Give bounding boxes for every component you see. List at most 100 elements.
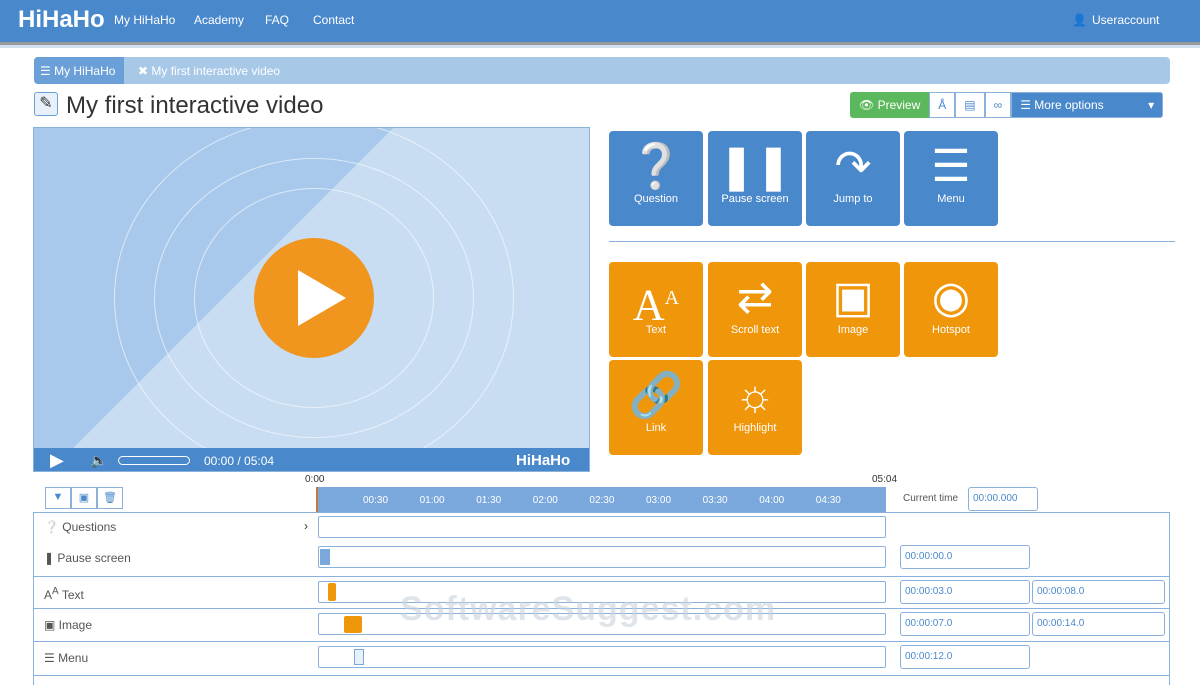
timeline-row-pause-screen: ❚ Pause screen 00:00:00.0 xyxy=(33,542,1170,576)
translate-button[interactable]: Å xyxy=(929,92,956,118)
menu-icon: ☰ xyxy=(931,142,971,191)
text-marker[interactable] xyxy=(328,583,336,601)
text-icon: AA xyxy=(632,280,680,330)
row-label: ❚ Pause screen xyxy=(44,551,131,565)
ruler-tick: 04:30 xyxy=(815,495,841,506)
tile-pause-screen[interactable]: ❚❚ Pause screen xyxy=(708,131,802,226)
play-overlay-button[interactable] xyxy=(254,238,374,358)
timeline-row-questions: ❔ Questions › xyxy=(33,512,1170,542)
tile-text[interactable]: AA Text xyxy=(609,262,703,357)
caret-down-icon: ▾ xyxy=(1148,98,1155,112)
row-label-text: Menu xyxy=(58,651,89,665)
volume-icon[interactable]: 🔈 xyxy=(90,452,107,469)
tile-label: Image xyxy=(837,324,869,336)
row-label: ▣ Image xyxy=(44,618,93,632)
track[interactable] xyxy=(318,646,886,668)
tile-link[interactable]: 🔗 Link xyxy=(609,360,703,455)
ruler-tick: 03:30 xyxy=(702,495,728,506)
scroll-arrows-icon: ⇄ xyxy=(736,273,774,322)
top-navbar: HiHaHo My HiHaHo Academy FAQ Contact 👤 U… xyxy=(0,0,1200,40)
timeline-ruler[interactable]: 00:30 01:00 01:30 02:00 02:30 03:00 03:30 04:00… xyxy=(316,487,886,512)
row-label-text: Questions xyxy=(62,520,117,534)
current-time-label: Current time xyxy=(903,493,959,504)
player-controls: ▶ 🔈 00:00 / 05:04 HiHaHo xyxy=(34,448,589,471)
filter-button[interactable]: ▼ xyxy=(45,487,71,509)
sun-icon: ☼ xyxy=(734,371,776,420)
timeline-start: 0:00 xyxy=(305,474,325,485)
breadcrumb-home-label: My HiHaHo xyxy=(54,64,116,78)
timeline-row-more xyxy=(33,675,1170,685)
image-marker[interactable] xyxy=(344,616,362,633)
time-display: 00:00 / 05:04 xyxy=(204,454,275,468)
logo[interactable]: HiHaHo xyxy=(18,6,105,34)
delete-button[interactable]: 🗑 xyxy=(97,487,123,509)
ruler-tick: 01:30 xyxy=(476,495,502,506)
preview-label: Preview xyxy=(877,98,921,112)
ruler-tick: 02:00 xyxy=(532,495,558,506)
tile-label: Menu xyxy=(937,193,965,205)
ruler-tick: 04:00 xyxy=(759,495,785,506)
tile-label: Hotspot xyxy=(932,324,970,336)
menu-marker[interactable] xyxy=(354,649,364,665)
play-icon[interactable]: ▶ xyxy=(50,450,64,471)
question-icon: ❔ xyxy=(628,142,684,191)
video-player[interactable]: ▶ 🔈 00:00 / 05:04 HiHaHo xyxy=(33,127,590,472)
timeline-end: 05:04 xyxy=(872,474,898,485)
nav-academy[interactable]: Academy xyxy=(194,13,244,27)
breadcrumb-home[interactable]: ☰ My HiHaHo xyxy=(34,57,124,84)
tile-question[interactable]: ❔ Question xyxy=(609,131,703,226)
user-account-link[interactable]: Useraccount xyxy=(1092,13,1159,27)
tile-label: Jump to xyxy=(833,193,873,205)
start-time[interactable]: 00:00:00.0 xyxy=(900,545,1030,569)
timeline-row-menu: ☰ Menu 00:00:12.0 xyxy=(33,641,1170,675)
end-time[interactable]: 00:00:08.0 xyxy=(1032,580,1165,604)
tile-label: Text xyxy=(645,324,667,336)
breadcrumb-current-label: My first interactive video xyxy=(151,64,281,78)
more-options-label: More options xyxy=(1034,98,1104,112)
row-label-text: Image xyxy=(58,618,93,632)
stats-button[interactable]: ▤ xyxy=(955,92,985,118)
row-label-text: Pause screen xyxy=(57,551,131,565)
track[interactable] xyxy=(318,516,886,538)
share-button[interactable]: ∞ xyxy=(984,92,1012,118)
jump-icon: ↷ xyxy=(834,142,872,191)
preview-button[interactable]: 👁 Preview xyxy=(850,92,930,118)
tile-image[interactable]: ▣ Image xyxy=(806,262,900,357)
tile-hotspot[interactable]: ◉ Hotspot xyxy=(904,262,998,357)
track[interactable] xyxy=(318,546,886,568)
start-time[interactable]: 00:00:07.0 xyxy=(900,612,1030,636)
nav-my-hihaho[interactable]: My HiHaHo xyxy=(114,13,175,27)
tile-label: Question xyxy=(633,193,679,205)
current-time-input[interactable]: 00:00.000 xyxy=(968,487,1038,511)
row-label: AA Text xyxy=(44,586,84,602)
more-options-dropdown[interactable]: ☰ More options ▾ xyxy=(1011,92,1164,118)
start-time[interactable]: 00:00:03.0 xyxy=(900,580,1030,604)
tile-label: Highlight xyxy=(733,422,777,434)
watermark: SoftwareSuggest.com xyxy=(400,590,777,628)
row-label: ❔ Questions xyxy=(44,520,117,534)
ruler-tick: 02:30 xyxy=(589,495,615,506)
tile-menu[interactable]: ☰ Menu xyxy=(904,131,998,226)
chevron-right-icon[interactable]: › xyxy=(304,519,308,533)
nav-contact[interactable]: Contact xyxy=(313,13,354,27)
tile-label: Scroll text xyxy=(730,324,780,336)
pause-marker[interactable] xyxy=(320,549,330,565)
row-label: ☰ Menu xyxy=(44,651,89,665)
divider xyxy=(609,241,1175,242)
image-icon: ▣ xyxy=(832,273,874,322)
breadcrumb: ☰ My HiHaHo ✖ My first interactive video xyxy=(34,57,1170,84)
tile-label: Pause screen xyxy=(721,193,789,205)
tile-jump-to[interactable]: ↷ Jump to xyxy=(806,131,900,226)
tile-highlight[interactable]: ☼ Highlight xyxy=(708,360,802,455)
volume-slider[interactable] xyxy=(118,456,190,465)
save-button[interactable]: ▣ xyxy=(71,487,97,509)
ruler-tick: 03:00 xyxy=(646,495,672,506)
start-time[interactable]: 00:00:12.0 xyxy=(900,645,1030,669)
end-time[interactable]: 00:00:14.0 xyxy=(1032,612,1165,636)
page-title: ✎ My first interactive video xyxy=(34,92,323,120)
nav-faq[interactable]: FAQ xyxy=(265,13,289,27)
tile-scroll-text[interactable]: ⇄ Scroll text xyxy=(708,262,802,357)
title-text: My first interactive video xyxy=(66,92,324,119)
pencil-icon[interactable]: ✎ xyxy=(34,92,58,116)
nav-divider xyxy=(0,40,1200,48)
